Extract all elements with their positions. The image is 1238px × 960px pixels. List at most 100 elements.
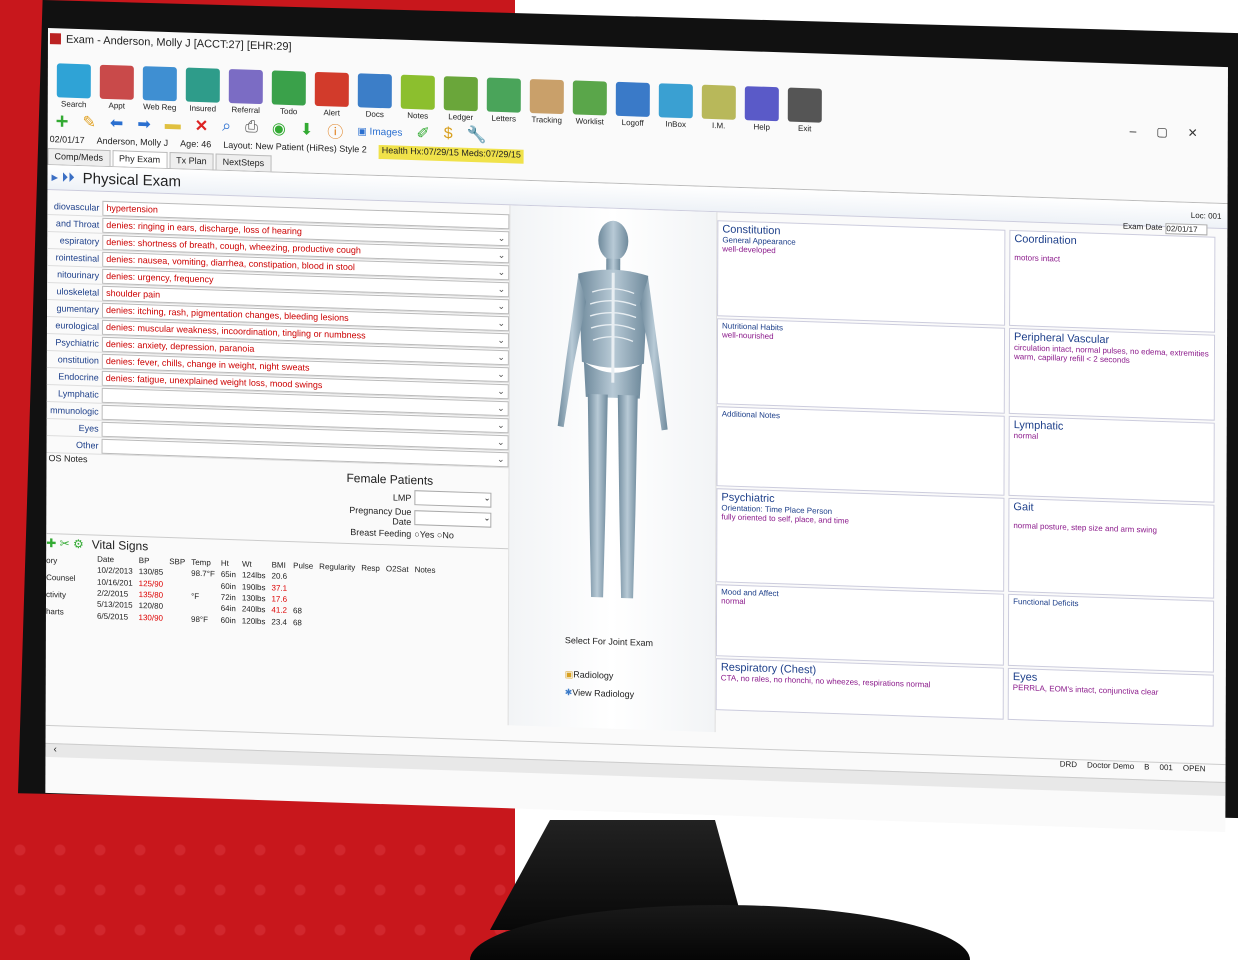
gait-box[interactable]: Gait normal posture, step size and arm sw… [1008,497,1215,599]
toolbar-button-appt[interactable]: Appt [97,64,137,111]
edit-icon[interactable]: ✎ [82,112,96,132]
chevron-right-icon[interactable]: ▸ ⏵⏵ [51,169,74,186]
toolbar-button-web-reg[interactable]: Web Reg [140,66,180,112]
download-icon[interactable]: ⬇ [300,119,313,139]
vitals-cell: 120/80 [138,601,164,612]
view-icon[interactable]: ◉ [272,118,286,138]
toolbar-button-worklist[interactable]: Worklist [570,80,610,126]
respiratory-box[interactable]: Respiratory (Chest) CTA, no rales, no rho… [715,658,1004,720]
vitals-column-header[interactable]: Notes [412,564,439,576]
delete-icon[interactable]: ✕ [195,116,208,136]
lymphatic-box[interactable]: Lymphatic normal [1008,415,1215,503]
tab-tx-plan[interactable]: Tx Plan [169,152,214,170]
toolbar-button-search[interactable]: Search [54,63,94,109]
peripheral-vascular-box[interactable]: Peripheral Vascular circulation intact, n… [1008,327,1216,421]
vitals-column-header[interactable]: Ht [218,558,239,570]
skeleton-diagram[interactable] [547,211,678,615]
system-label: nitourinary [57,269,100,281]
view-radiology-link[interactable]: ✱View Radiology [565,687,634,700]
pen-icon[interactable]: ✐ [416,123,429,143]
chevron-down-icon[interactable]: ⌄ [498,282,506,295]
note-icon[interactable]: ▬ [165,116,181,135]
coin-icon[interactable]: $ [444,125,453,143]
tab-nextsteps[interactable]: NextSteps [215,153,272,172]
joint-exam-label[interactable]: Select For Joint Exam [565,635,653,648]
toolbar-button-insured[interactable]: Insured [183,67,223,114]
chevron-down-icon[interactable]: ⌄ [497,435,505,448]
tab-comp-meds[interactable]: Comp/Meds [47,147,111,167]
vitals-column-header[interactable]: SBP [166,556,188,568]
pregnancy-dropdown[interactable]: ⌄ [414,509,492,528]
chevron-down-icon[interactable]: ⌄ [497,333,505,346]
vitals-cell [166,601,188,613]
magnify-icon[interactable]: ⌕ [222,118,231,136]
vitals-column-header[interactable]: Regularity [316,561,358,573]
images-icon[interactable]: ▣ Images [357,126,402,138]
forward-icon[interactable]: ➡ [137,114,150,134]
nutritional-box[interactable]: Nutritional Habits well-nourished [716,318,1006,414]
toolbar-button-inbox[interactable]: InBox [656,83,696,129]
os-notes-label: OS Notes [48,453,88,465]
os-notes[interactable]: OS Notes Female Patients LMP ⌄ Pregnancy … [46,452,509,550]
system-finding-text: hypertension [106,202,158,215]
chevron-down-icon[interactable]: ⌄ [497,384,505,397]
eyes-box[interactable]: Eyes PERRLA, EOM's intact, conjunctiva cl… [1007,667,1214,727]
window-controls[interactable]: –▢✕ [1130,124,1218,141]
constitution-box[interactable]: Constitution General Appearance well-devel… [717,220,1006,326]
back-icon[interactable]: ⬅ [110,113,123,133]
lmp-dropdown[interactable]: ⌄ [414,490,492,508]
chevron-down-icon[interactable]: ⌄ [498,265,506,278]
vitals-cell: 130lbs [241,593,266,604]
chevron-down-icon[interactable]: ⌄ [497,452,505,465]
chevron-down-icon[interactable]: ⌄ [498,231,506,244]
add-icon[interactable]: + [56,108,69,134]
vitals-column-header[interactable]: Wt [239,558,269,570]
wrench-icon[interactable]: 🔧 [467,125,487,146]
print-icon[interactable]: ⎙ [245,119,258,137]
toolbar-button-letters[interactable]: Letters [484,77,524,124]
system-label: espiratory [59,235,100,247]
vitals-nav-item[interactable]: harts [46,603,94,622]
radiology-link[interactable]: ▣Radiology [565,669,614,682]
vitals-nav-item[interactable]: ory [46,552,94,571]
toolbar-button-alert[interactable]: Alert [312,71,352,118]
vitals-column-header[interactable]: Temp [188,557,218,569]
tools-icon[interactable]: ✚ ✂ ⚙ [46,536,84,551]
no-radio[interactable]: ○ [434,530,442,540]
vitals-column-header[interactable]: Resp [358,562,383,574]
psychiatric-box[interactable]: Psychiatric Orientation: Time Place Perso… [716,488,1005,592]
additional-notes-box[interactable]: Additional Notes [716,406,1005,496]
vitals-column-header[interactable]: Pulse [290,560,316,572]
toolbar-button-help[interactable]: Help [742,86,782,132]
functional-deficits-box[interactable]: Functional Deficits [1007,593,1215,673]
vitals-nav-item[interactable]: ctivity [46,586,94,605]
toolbar-button-referral[interactable]: Referral [226,68,266,115]
vitals-column-header[interactable]: BMI [269,559,291,571]
page-title: Physical Exam [82,169,182,190]
mood-affect-box[interactable]: Mood and Affect normal [715,584,1005,666]
chevron-down-icon[interactable]: ⌄ [497,401,505,414]
chevron-down-icon[interactable]: ⌄ [498,299,506,312]
exam-date-field[interactable]: 02/01/17 [1165,223,1208,236]
coordination-box[interactable]: Coordination motors intact [1009,229,1216,333]
toolbar-button-notes[interactable]: Notes [398,74,438,121]
toolbar-button-todo[interactable]: Todo [269,70,309,116]
vitals-nav-item[interactable]: Counsel [46,569,94,588]
chevron-down-icon[interactable]: ⌄ [497,367,505,380]
toolbar-button-ledger[interactable]: Ledger [441,76,481,122]
scroll-left-icon[interactable]: ‹ [53,744,56,755]
toolbar-button-i-m[interactable]: I.M. [699,84,739,131]
female-patients-panel: Female Patients LMP ⌄ Pregnancy Due Date ⌄… [346,471,501,544]
info-icon[interactable]: ⓘ [327,118,343,143]
tab-phy-exam[interactable]: Phy Exam [112,150,168,168]
chevron-down-icon[interactable]: ⌄ [498,248,506,261]
chevron-down-icon[interactable]: ⌄ [497,316,505,329]
toolbar-button-logoff[interactable]: Logoff [613,81,653,128]
toolbar-label: Tracking [531,115,562,126]
toolbar-button-tracking[interactable]: Tracking [527,78,567,126]
toolbar-button-exit[interactable]: Exit [785,87,825,133]
chevron-down-icon[interactable]: ⌄ [497,350,505,363]
toolbar-button-docs[interactable]: Docs [355,73,395,119]
chevron-down-icon[interactable]: ⌄ [497,418,505,431]
vitals-column-header[interactable]: O2Sat [383,563,412,575]
